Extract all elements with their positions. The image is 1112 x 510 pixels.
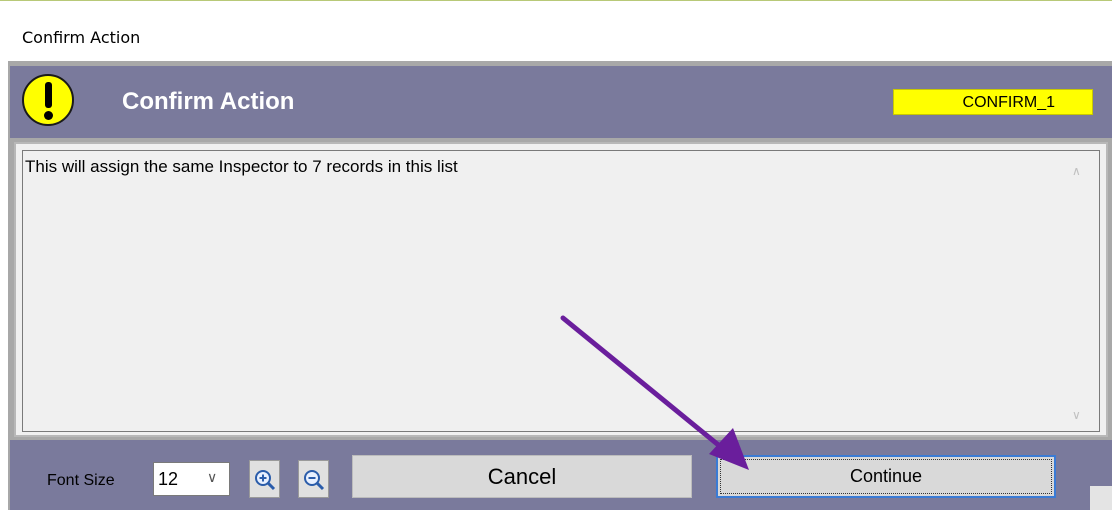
continue-button[interactable]: Continue xyxy=(716,455,1056,498)
window-title: Confirm Action xyxy=(22,28,141,47)
cancel-button[interactable]: Cancel xyxy=(352,455,692,498)
zoom-in-button[interactable] xyxy=(249,460,280,498)
message-text: This will assign the same Inspector to 7… xyxy=(25,157,458,176)
scroll-down-icon[interactable]: ∨ xyxy=(1072,408,1081,422)
confirm-code-badge: CONFIRM_1 xyxy=(893,89,1093,115)
resize-grip[interactable] xyxy=(1090,486,1112,510)
dialog-title: Confirm Action xyxy=(122,88,295,115)
message-textarea[interactable] xyxy=(22,150,1100,432)
font-size-value: 12 xyxy=(158,469,179,489)
chevron-down-icon[interactable]: ∨ xyxy=(207,469,217,486)
scroll-up-icon[interactable]: ∧ xyxy=(1072,164,1081,178)
zoom-in-icon xyxy=(255,470,276,491)
window-titlebar[interactable]: Confirm Action xyxy=(0,1,1112,61)
warning-icon xyxy=(22,74,74,126)
zoom-out-icon xyxy=(304,470,325,491)
zoom-out-button[interactable] xyxy=(298,460,329,498)
font-size-label: Font Size xyxy=(47,472,115,489)
